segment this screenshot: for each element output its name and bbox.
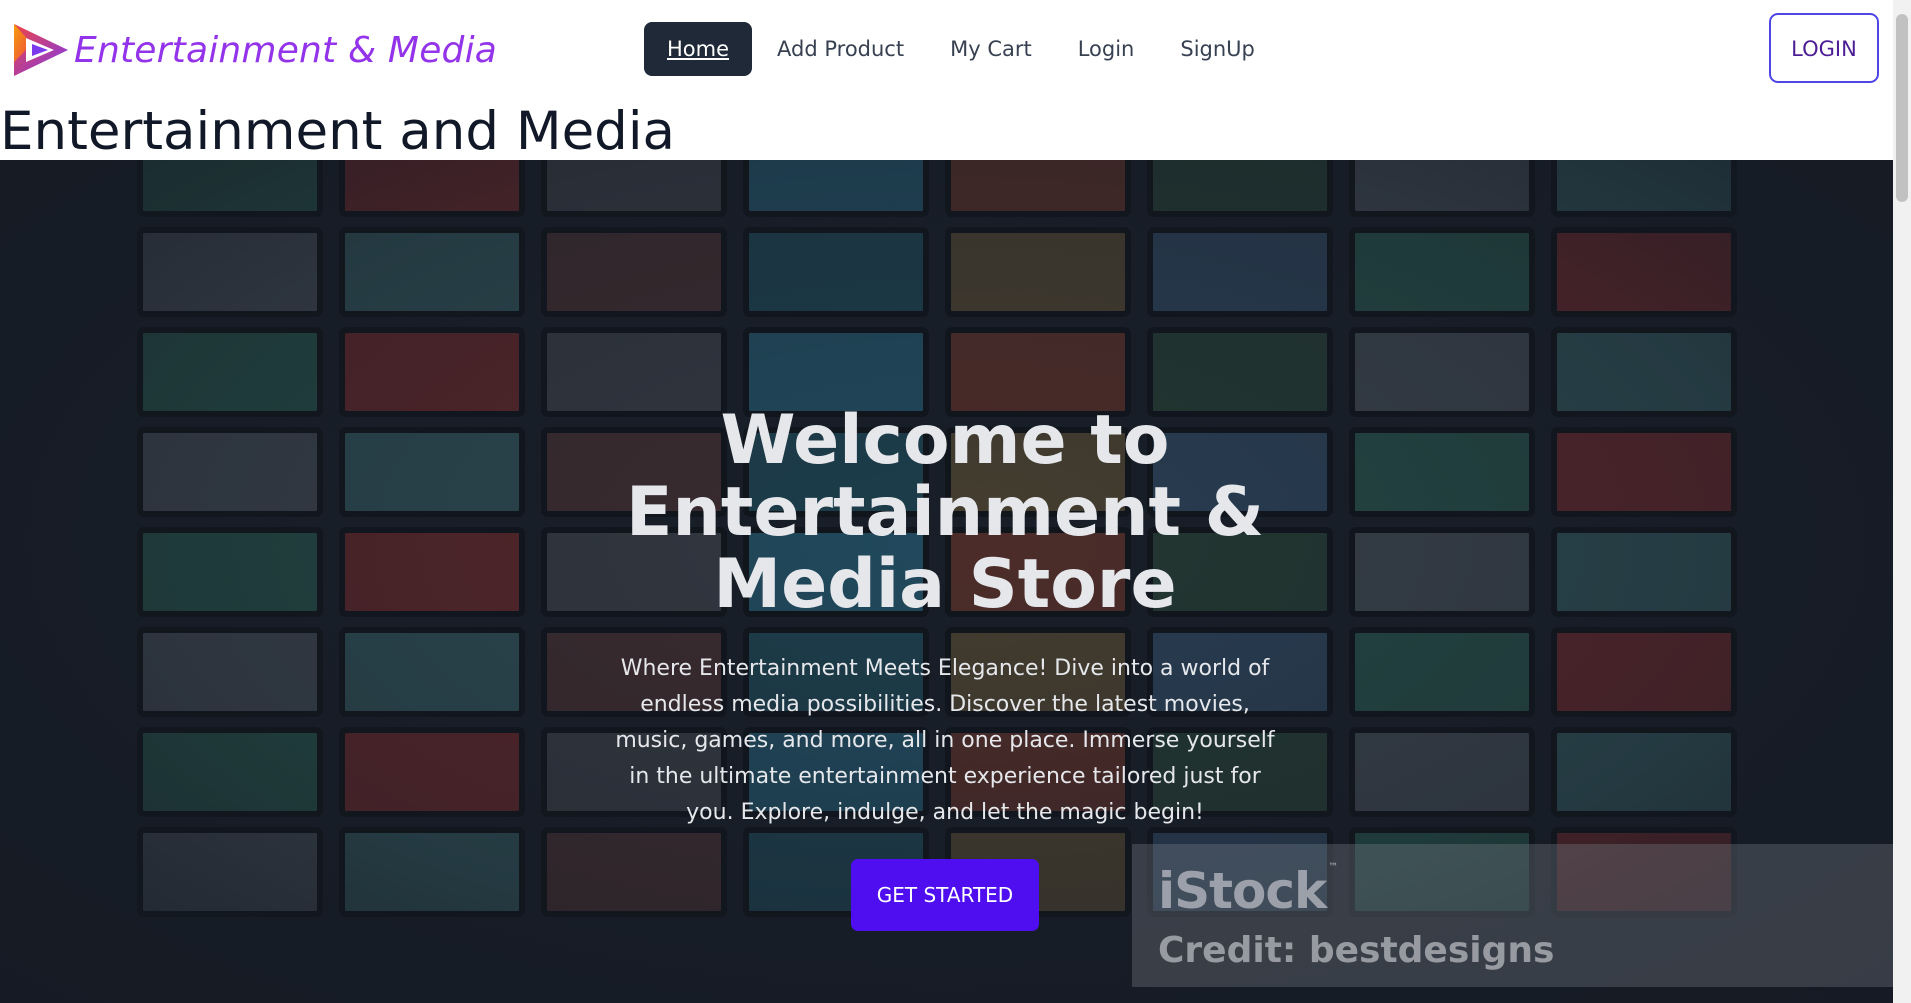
scrollbar[interactable] bbox=[1893, 0, 1911, 1003]
nav-item-signup[interactable]: SignUp bbox=[1157, 22, 1278, 76]
brand[interactable]: Entertainment & Media bbox=[10, 18, 497, 82]
nav-item-login[interactable]: Login bbox=[1055, 22, 1158, 76]
hero-description: Where Entertainment Meets Elegance! Dive… bbox=[615, 656, 1275, 825]
hero-title-line-3: Media Store bbox=[713, 545, 1177, 624]
hero-title: Welcome to Entertainment & Media Store bbox=[600, 405, 1290, 621]
watermark-brand: iStock ™ bbox=[1158, 862, 1338, 920]
navbar: Entertainment & Media Home Add Product M… bbox=[0, 0, 1893, 100]
nav-item-add-product[interactable]: Add Product bbox=[754, 22, 927, 76]
hero-title-line-2: Entertainment & bbox=[626, 473, 1264, 552]
play-logo-icon bbox=[14, 24, 68, 76]
login-button[interactable]: LOGIN bbox=[1769, 13, 1879, 83]
nav-item-my-cart[interactable]: My Cart bbox=[927, 22, 1055, 76]
stock-watermark: iStock ™ Credit: bestdesigns bbox=[1132, 844, 1893, 987]
watermark-credit: Credit: bestdesigns bbox=[1158, 930, 1555, 971]
hero-section: Welcome to Entertainment & Media Store W… bbox=[0, 160, 1893, 1003]
scrollbar-thumb[interactable] bbox=[1896, 14, 1908, 202]
watermark-brand-text: iStock bbox=[1158, 862, 1327, 920]
brand-name: Entertainment & Media bbox=[74, 29, 498, 71]
hero-title-line-1: Welcome to bbox=[720, 401, 1170, 480]
page-title: Entertainment and Media bbox=[0, 101, 676, 162]
watermark-tm: ™ bbox=[1328, 862, 1338, 873]
nav-links: Home Add Product My Cart Login SignUp bbox=[644, 22, 1278, 76]
get-started-button[interactable]: GET STARTED bbox=[850, 859, 1040, 931]
nav-item-home[interactable]: Home bbox=[644, 22, 753, 76]
